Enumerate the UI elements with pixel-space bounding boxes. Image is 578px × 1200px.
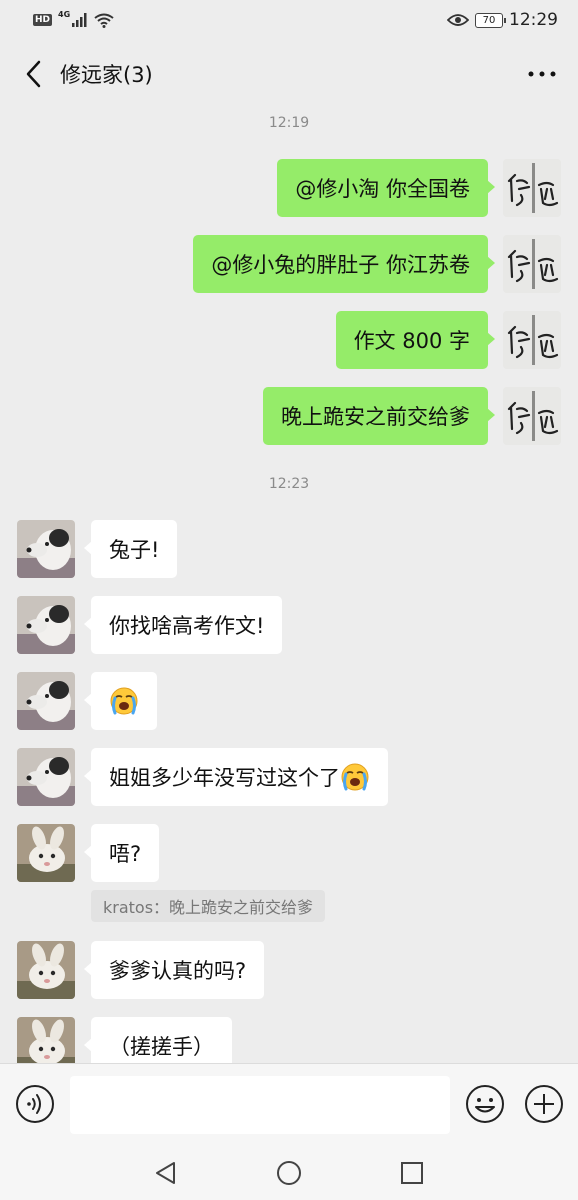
calligraphy-avatar-image — [503, 387, 561, 445]
dog-avatar-image — [17, 672, 75, 730]
chat-title: 修远家(3) — [60, 63, 153, 87]
calligraphy-avatar-image — [503, 159, 561, 217]
input-bar — [0, 1063, 578, 1145]
signal-icon — [72, 13, 87, 27]
quoted-message[interactable]: kratos：晚上跪安之前交给爹 — [91, 890, 326, 922]
nav-back-button[interactable] — [152, 1159, 180, 1187]
member-avatar-dog[interactable] — [17, 672, 75, 730]
status-right: 70 12:29 — [447, 10, 558, 30]
member-avatar-dog[interactable] — [17, 748, 75, 806]
nav-home-button[interactable] — [275, 1159, 303, 1187]
sent-message-bubble[interactable]: @修小淘 你全国卷 — [277, 159, 495, 217]
loudly-crying-face-emoji — [341, 763, 369, 791]
timestamp: 12:23 — [268, 476, 310, 492]
battery-indicator: 70 — [475, 12, 506, 28]
message-row-received: 爹爹认真的吗? — [0, 941, 578, 999]
member-avatar-rabbit[interactable] — [17, 941, 75, 999]
message-row-received: 你找啥高考作文! — [0, 596, 578, 654]
chevron-left-icon — [26, 60, 41, 88]
wifi-icon — [94, 13, 114, 28]
status-left: HD 4G — [33, 9, 114, 28]
received-message-bubble[interactable]: 爹爹认真的吗? — [83, 941, 265, 999]
my-avatar[interactable] — [503, 387, 561, 445]
my-avatar[interactable] — [503, 159, 561, 217]
message-row-received: （搓搓手） — [0, 1017, 578, 1063]
member-avatar-dog[interactable] — [17, 596, 75, 654]
my-avatar[interactable] — [503, 235, 561, 293]
triangle-back-icon — [156, 1162, 175, 1184]
voice-button[interactable] — [15, 1084, 55, 1124]
status-bar: HD 4G 70 12:29 — [0, 0, 578, 40]
message-row-received: 兔子! — [0, 520, 578, 578]
received-message-bubble[interactable]: 你找啥高考作文! — [83, 596, 283, 654]
emoji-button[interactable] — [465, 1084, 505, 1124]
nav-recents-button[interactable] — [398, 1159, 426, 1187]
emoji-icon — [466, 1085, 504, 1123]
voice-icon — [16, 1085, 54, 1123]
message-row-sent: 作文 800 字 — [0, 311, 578, 369]
received-message-bubble[interactable]: （搓搓手） — [84, 1017, 232, 1063]
more-icon — [528, 71, 556, 77]
sent-message-bubble[interactable]: @修小兔的胖肚子 你江苏卷 — [193, 235, 495, 293]
eye-comfort-icon — [447, 14, 469, 26]
more-functions-button[interactable] — [524, 1084, 564, 1124]
received-emoji-bubble[interactable] — [84, 672, 157, 730]
dog-avatar-image — [17, 748, 75, 806]
sent-message-bubble[interactable]: 作文 800 字 — [335, 311, 496, 369]
rabbit-avatar-image — [17, 1017, 75, 1063]
message-text: 姐姐多少年没写过这个了 — [109, 766, 340, 790]
message-row-sent: 晚上跪安之前交给爹 — [0, 387, 578, 445]
dog-avatar-image — [17, 520, 75, 578]
system-navigation-bar — [0, 1145, 578, 1200]
message-row-sent: @修小兔的胖肚子 你江苏卷 — [0, 235, 578, 293]
square-recents-icon — [401, 1162, 423, 1184]
more-button[interactable] — [524, 56, 560, 92]
message-row-received: 姐姐多少年没写过这个了 — [0, 748, 578, 806]
network-type: 4G — [58, 9, 71, 19]
member-avatar-dog[interactable] — [17, 520, 75, 578]
member-avatar-rabbit[interactable] — [17, 824, 75, 882]
dog-avatar-image — [17, 596, 75, 654]
plus-icon — [525, 1085, 563, 1123]
calligraphy-avatar-image — [503, 235, 561, 293]
rabbit-avatar-image — [17, 824, 75, 882]
hd-badge: HD — [33, 14, 53, 26]
battery-level: 70 — [482, 14, 496, 26]
calligraphy-avatar-image — [503, 311, 561, 369]
message-input[interactable] — [70, 1076, 450, 1134]
message-row-sent: @修小淘 你全国卷 — [0, 159, 578, 217]
loudly-crying-face-emoji — [110, 687, 138, 715]
status-time: 12:29 — [509, 10, 558, 30]
received-message-bubble[interactable]: 唔? — [83, 824, 160, 882]
received-message-bubble[interactable]: 姐姐多少年没写过这个了 — [84, 748, 388, 806]
message-list[interactable]: 12:19 @修小淘 你全国卷 @修小兔的胖肚子 你江苏卷 作文 800 字 晚… — [0, 108, 578, 1063]
my-avatar[interactable] — [503, 311, 561, 369]
message-row-received: 唔? — [0, 824, 578, 882]
chat-header: 修远家(3) — [0, 40, 578, 108]
received-message-bubble[interactable]: 兔子! — [83, 520, 178, 578]
message-row-received — [0, 672, 578, 730]
timestamp: 12:19 — [268, 115, 310, 131]
member-avatar-rabbit[interactable] — [17, 1017, 75, 1063]
sent-message-bubble[interactable]: 晚上跪安之前交给爹 — [263, 387, 495, 445]
back-button[interactable] — [18, 54, 48, 94]
rabbit-avatar-image — [17, 941, 75, 999]
circle-home-icon — [277, 1161, 301, 1185]
